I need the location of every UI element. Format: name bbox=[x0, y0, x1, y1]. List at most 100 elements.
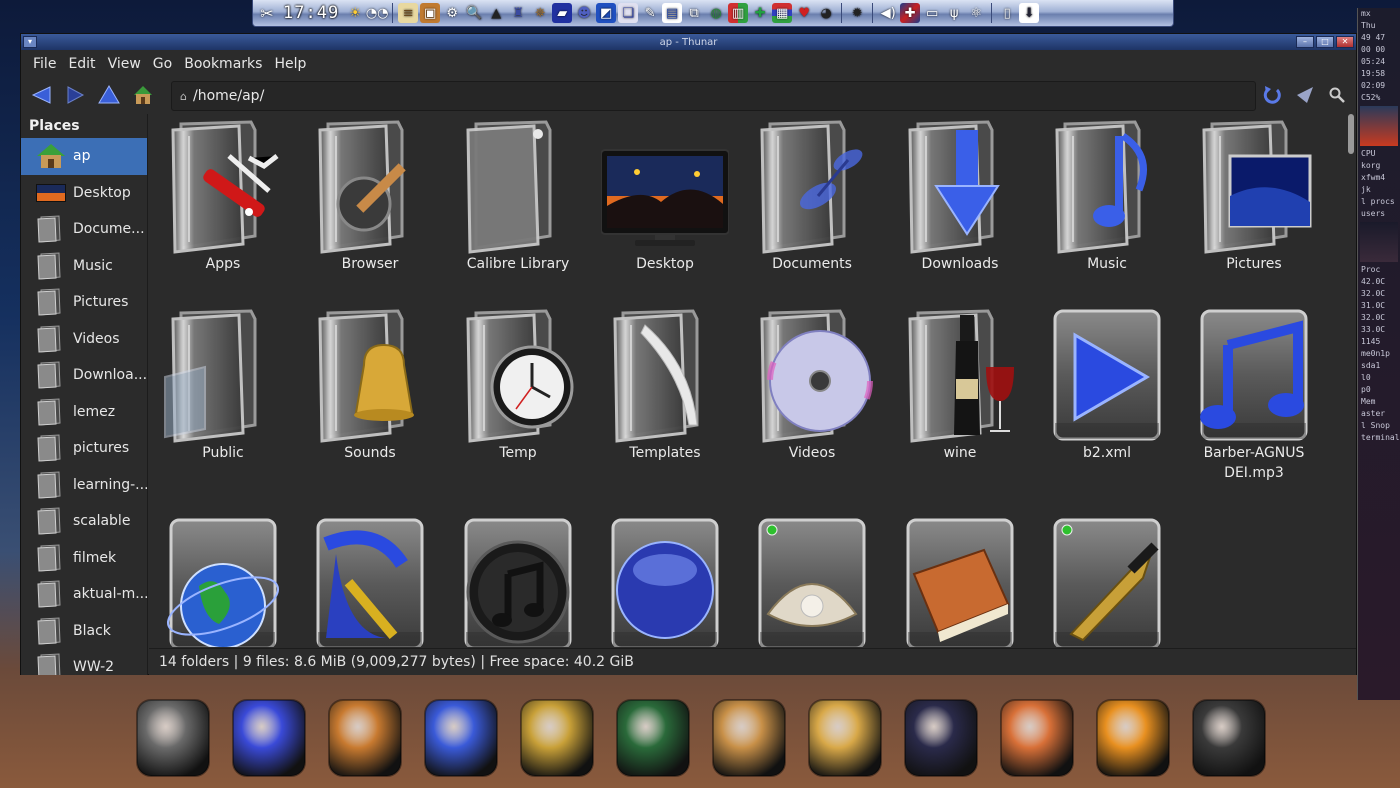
eyes-icon[interactable]: ◔◔ bbox=[366, 3, 389, 23]
file-item[interactable] bbox=[739, 514, 885, 647]
file-item[interactable]: Browser bbox=[297, 116, 443, 274]
back-button[interactable] bbox=[29, 83, 53, 107]
home-button[interactable] bbox=[131, 83, 155, 107]
menu-go[interactable]: Go bbox=[147, 56, 178, 72]
bug-icon[interactable]: ✹ bbox=[847, 3, 867, 23]
wizard-icon[interactable]: ♜ bbox=[508, 3, 528, 23]
file-item[interactable]: wine bbox=[887, 305, 1033, 463]
menu-bookmarks[interactable]: Bookmarks bbox=[178, 56, 268, 72]
notebook-app-icon[interactable] bbox=[610, 688, 696, 788]
minimize-button[interactable]: – bbox=[1296, 36, 1314, 48]
file-item[interactable]: Videos bbox=[739, 305, 885, 463]
settings-icon[interactable]: ⚛ bbox=[966, 3, 986, 23]
camera-app-icon[interactable] bbox=[1186, 688, 1272, 788]
volume-icon[interactable]: ◀) bbox=[878, 3, 898, 23]
file-item[interactable] bbox=[297, 514, 443, 647]
menu-help[interactable]: Help bbox=[268, 56, 312, 72]
notes-icon[interactable]: ≡ bbox=[398, 3, 419, 23]
fox-app-icon[interactable] bbox=[994, 688, 1080, 788]
compass-icon[interactable]: ✵ bbox=[530, 3, 550, 23]
file-item[interactable] bbox=[1034, 514, 1180, 647]
sidebar-item-2[interactable]: Docume... bbox=[21, 211, 147, 248]
hat-icon[interactable]: ▲ bbox=[486, 3, 506, 23]
cards-icon[interactable]: ▦ bbox=[772, 3, 793, 23]
file-item[interactable]: Apps bbox=[150, 116, 296, 274]
uk-flag-icon[interactable]: ✚ bbox=[900, 3, 921, 23]
monitor-icon[interactable]: ▭ bbox=[922, 3, 942, 23]
location-bar[interactable]: ⌂ /home/ap/ bbox=[171, 81, 1256, 111]
menu-file[interactable]: File bbox=[27, 56, 62, 72]
heart-icon[interactable]: ♥ bbox=[794, 3, 814, 23]
trash-icon[interactable]: ▯ bbox=[997, 3, 1017, 23]
sun-icon[interactable]: ☀ bbox=[345, 3, 365, 23]
search-icon[interactable] bbox=[1325, 83, 1349, 107]
sidebar-item-7[interactable]: lemez bbox=[21, 394, 147, 431]
sidebar-item-0[interactable]: ap bbox=[21, 138, 147, 175]
file-item[interactable]: Sounds bbox=[297, 305, 443, 463]
flag-icon[interactable]: ▰ bbox=[552, 3, 573, 23]
file-item[interactable]: Public bbox=[150, 305, 296, 463]
files-icon[interactable]: ❏ bbox=[618, 3, 639, 23]
orange-app-icon[interactable] bbox=[1090, 688, 1176, 788]
maximize-button[interactable]: □ bbox=[1316, 36, 1334, 48]
menu-edit[interactable]: Edit bbox=[62, 56, 101, 72]
sidebar-item-13[interactable]: Black bbox=[21, 613, 147, 650]
folder-app-icon[interactable] bbox=[418, 688, 504, 788]
file-item[interactable]: Downloads bbox=[887, 116, 1033, 274]
paint-app-icon[interactable] bbox=[226, 688, 312, 788]
globe-icon[interactable]: ◍ bbox=[706, 3, 726, 23]
reload-icon[interactable] bbox=[1260, 83, 1284, 107]
sidebar-item-10[interactable]: scalable bbox=[21, 503, 147, 540]
sidebar-item-6[interactable]: Downloa... bbox=[21, 357, 147, 394]
file-item[interactable]: Barber-AGNUS DEI.mp3 bbox=[1181, 305, 1327, 483]
helmet-app-icon[interactable] bbox=[130, 688, 216, 788]
box-icon[interactable]: ▣ bbox=[420, 3, 441, 23]
search-doc-icon[interactable]: 🔍 bbox=[464, 3, 484, 23]
chart-icon[interactable]: ▥ bbox=[728, 3, 749, 23]
pen-icon[interactable]: ✎ bbox=[640, 3, 660, 23]
window-icon[interactable]: ▤ bbox=[662, 3, 683, 23]
file-item[interactable]: b2.xml bbox=[1034, 305, 1180, 463]
file-item[interactable] bbox=[592, 514, 738, 647]
file-item[interactable] bbox=[887, 514, 1033, 647]
file-item[interactable]: Templates bbox=[592, 305, 738, 463]
file-item[interactable]: Desktop bbox=[592, 116, 738, 274]
menu-view[interactable]: View bbox=[102, 56, 147, 72]
close-button[interactable]: ✕ bbox=[1336, 36, 1354, 48]
location-path[interactable]: /home/ap/ bbox=[193, 88, 264, 104]
file-icon-view[interactable]: Apps Browser Calibre Library Desktop Doc… bbox=[149, 114, 1356, 647]
file-item[interactable]: Temp bbox=[445, 305, 591, 463]
up-button[interactable] bbox=[97, 83, 121, 107]
file-item[interactable]: Pictures bbox=[1181, 116, 1327, 274]
sidebar-item-4[interactable]: Pictures bbox=[21, 284, 147, 321]
network-icon[interactable]: ⧉ bbox=[684, 3, 704, 23]
sidebar-item-3[interactable]: Music bbox=[21, 248, 147, 285]
crate-app-icon[interactable] bbox=[706, 688, 792, 788]
sidebar-item-12[interactable]: aktual-m... bbox=[21, 576, 147, 613]
forward-button[interactable] bbox=[63, 83, 87, 107]
sidebar-item-9[interactable]: learning-... bbox=[21, 467, 147, 504]
gauge-icon[interactable]: ◕ bbox=[816, 3, 836, 23]
file-item[interactable]: Music bbox=[1034, 116, 1180, 274]
scrollbar[interactable] bbox=[1348, 114, 1354, 154]
gear-icon[interactable]: ⚙ bbox=[442, 3, 462, 23]
download-icon[interactable]: ⬇ bbox=[1019, 3, 1040, 23]
file-item[interactable]: Calibre Library bbox=[445, 116, 591, 274]
diving-helmet-app-icon[interactable] bbox=[322, 688, 408, 788]
tools-icon[interactable]: ✂ bbox=[257, 3, 277, 23]
file-item[interactable] bbox=[445, 514, 591, 647]
sidebar-item-8[interactable]: pictures bbox=[21, 430, 147, 467]
sextant-app-icon[interactable] bbox=[514, 688, 600, 788]
file-item[interactable] bbox=[150, 514, 296, 647]
antenna-icon[interactable]: ψ bbox=[944, 3, 964, 23]
sidebar-item-5[interactable]: Videos bbox=[21, 321, 147, 358]
app-icon[interactable]: ◩ bbox=[596, 3, 617, 23]
user-terminal-app-icon[interactable] bbox=[898, 688, 984, 788]
sidebar-item-11[interactable]: filmek bbox=[21, 540, 147, 577]
cross-icon[interactable]: ✚ bbox=[750, 3, 770, 23]
lion-app-icon[interactable] bbox=[802, 688, 888, 788]
panel-clock[interactable]: 17:49 bbox=[283, 3, 339, 23]
user-icon[interactable]: ☻ bbox=[574, 3, 594, 23]
file-item[interactable]: Documents bbox=[739, 116, 885, 274]
split-view-icon[interactable] bbox=[1293, 83, 1317, 107]
